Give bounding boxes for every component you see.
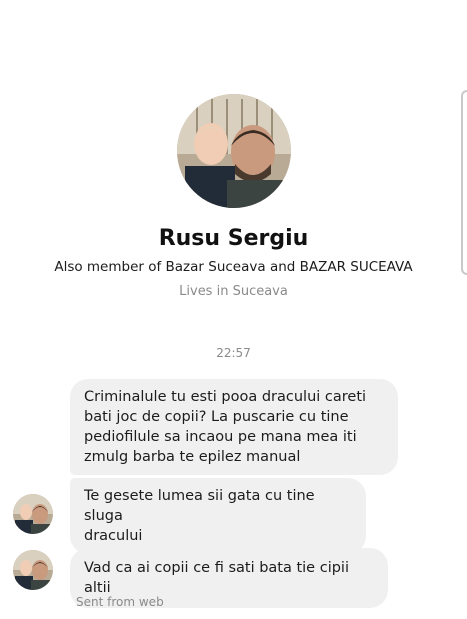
message-line: zmulg barba te epilez manual <box>84 449 301 465</box>
sender-avatar[interactable] <box>13 494 53 534</box>
message-line: Criminalule tu esti pooa dracului careti <box>84 389 367 405</box>
profile-group-membership: Also member of Bazar Suceava and BAZAR S… <box>54 259 413 275</box>
message-line: Te gesete lumea sii gata cu tine sluga <box>84 488 315 524</box>
message-bubble[interactable]: Criminalule tu esti pooa dracului careti… <box>70 379 398 475</box>
sender-avatar[interactable] <box>13 550 53 590</box>
profile-name: Rusu Sergiu <box>158 226 309 251</box>
message-line: pediofilule sa incaou pe mana mea iti <box>84 429 357 445</box>
message-timestamp: 22:57 <box>216 346 251 360</box>
message-line: dracului <box>84 528 143 544</box>
message-bubble[interactable]: Te gesete lumea sii gata cu tine sluga d… <box>70 478 366 554</box>
profile-location: Lives in Suceava <box>179 284 288 299</box>
message-status: Sent from web <box>76 595 164 609</box>
profile-avatar[interactable] <box>177 94 291 208</box>
message-line: bati joc de copii? La puscarie cu tine <box>84 409 349 425</box>
message-line: Vad ca ai copii ce fi sati bata tie cipi… <box>84 560 349 596</box>
